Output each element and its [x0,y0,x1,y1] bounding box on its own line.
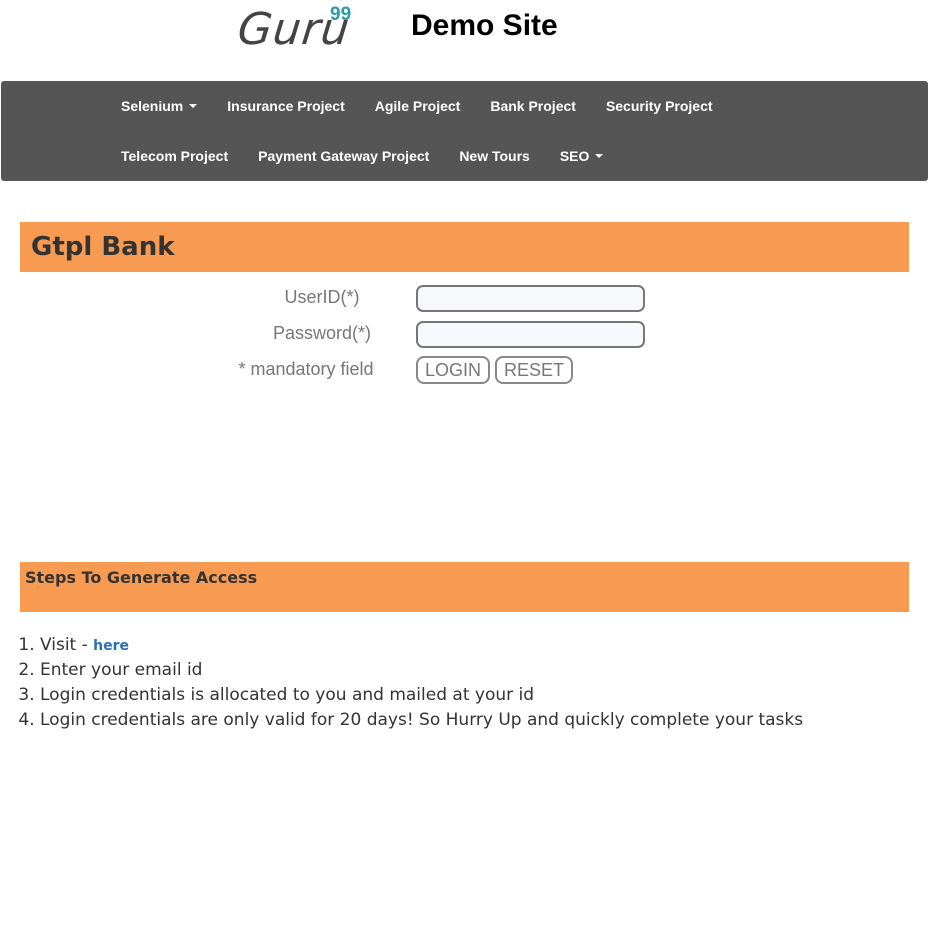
step-text: Enter your email id [40,660,203,680]
login-button[interactable]: LOGIN [416,356,490,384]
userid-input[interactable] [416,285,645,312]
list-item: Enter your email id [40,658,803,683]
nav-item-label: SEO [559,148,590,164]
nav-bank-project[interactable]: Bank Project [475,98,591,114]
logo-superscript: 99 [330,4,352,25]
nav-item-label: Insurance Project [227,98,345,114]
steps-list: Visit - here Enter your email id Login c… [0,633,803,733]
password-label: Password(*) [272,323,372,343]
guru99-logo[interactable]: Guru 99 [235,4,352,56]
nav-security-project[interactable]: Security Project [591,98,728,114]
list-item: Login credentials is allocated to you an… [40,683,803,708]
password-input[interactable] [416,321,645,348]
nav-item-label: Telecom Project [121,148,229,164]
nav-seo-dropdown[interactable]: SEO [545,148,619,164]
nav-item-label: New Tours [459,148,530,164]
nav-item-label: Payment Gateway Project [258,148,430,164]
nav-item-label: Security Project [605,98,713,114]
steps-header-bar: Steps To Generate Access [20,562,909,612]
nav-item-label: Bank Project [490,98,576,114]
nav-selenium-dropdown[interactable]: Selenium [106,98,212,114]
list-item: Visit - here [40,633,803,658]
nav-payment-gateway-project[interactable]: Payment Gateway Project [243,148,444,164]
list-item: Login credentials are only valid for 20 … [40,708,803,733]
bank-header-bar: Gtpl Bank [20,222,909,272]
mandatory-field-note: * mandatory field [238,359,374,379]
caret-down-icon [595,154,604,158]
site-title: Demo Site [411,9,558,42]
userid-label: UserID(*) [284,287,360,307]
steps-title: Steps To Generate Access [25,568,258,587]
reset-button[interactable]: RESET [495,356,573,384]
bank-title: Gtpl Bank [31,232,175,262]
nav-item-label: Agile Project [374,98,461,114]
nav-row-2: Telecom Project Payment Gateway Project … [106,131,618,181]
nav-agile-project[interactable]: Agile Project [360,98,476,114]
nav-telecom-project[interactable]: Telecom Project [106,148,243,164]
nav-row-1: Selenium Insurance Project Agile Project… [106,81,728,131]
nav-item-label: Selenium [121,98,184,114]
step-text: Login credentials are only valid for 20 … [40,710,804,730]
caret-down-icon [189,104,198,108]
step-text: Login credentials is allocated to you an… [40,685,535,705]
here-link[interactable]: here [93,638,129,654]
nav-new-tours[interactable]: New Tours [444,148,545,164]
main-navbar: Selenium Insurance Project Agile Project… [1,81,928,181]
step-text: Visit - [40,635,94,655]
nav-insurance-project[interactable]: Insurance Project [212,98,360,114]
